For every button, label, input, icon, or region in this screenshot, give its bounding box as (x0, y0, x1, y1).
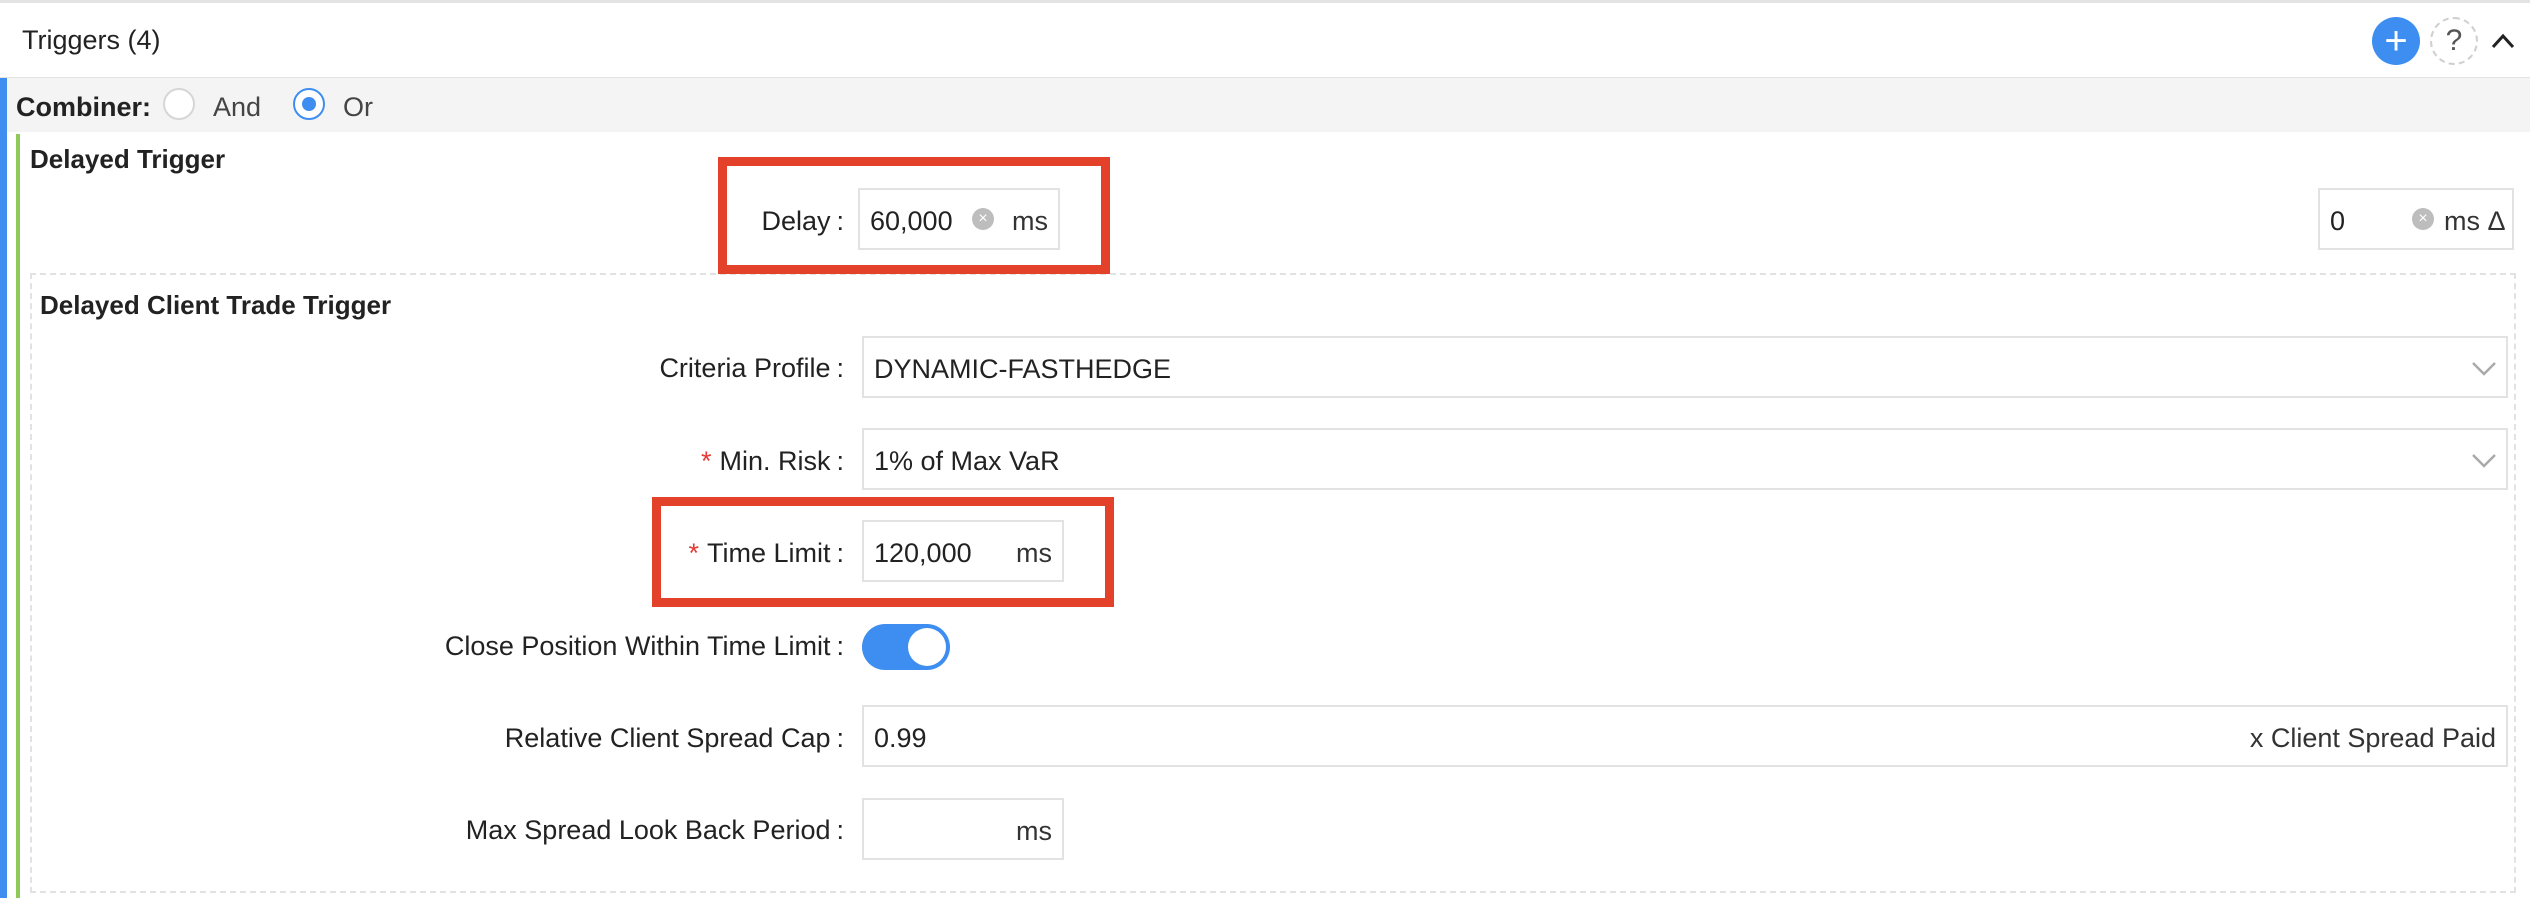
triggers-panel: Triggers (4) + ? Combiner: And Or Delaye… (0, 0, 2530, 898)
min-risk-label: * Min. Risk: (700, 446, 844, 476)
lookback-input[interactable]: ms (862, 798, 1064, 860)
chevron-down-icon (2472, 362, 2496, 376)
close-position-toggle[interactable] (862, 624, 950, 670)
accent-bar (0, 78, 7, 898)
radio-and-label[interactable]: And (213, 92, 261, 123)
lookback-unit: ms (1016, 816, 1052, 846)
min-risk-value: 1% of Max VaR (874, 446, 1060, 476)
radio-or-label[interactable]: Or (343, 92, 373, 123)
delay-highlight (718, 157, 1110, 274)
delayed-trigger-title: Delayed Trigger (30, 144, 226, 174)
collapse-button[interactable] (2488, 23, 2518, 59)
combiner-row: Combiner: And Or (7, 78, 2530, 132)
plus-icon: + (2384, 19, 2408, 63)
min-risk-select[interactable]: 1% of Max VaR (862, 428, 2508, 490)
panel-header: Triggers (4) + ? (0, 0, 2530, 78)
help-button[interactable]: ? (2430, 17, 2478, 65)
time-limit-highlight (652, 497, 1114, 607)
criteria-profile-value: DYNAMIC-FASTHEDGE (874, 354, 1172, 384)
panel-body: Combiner: And Or Delayed Trigger Delay: … (0, 78, 2530, 898)
client-trade-trigger-title: Delayed Client Trade Trigger (40, 290, 392, 320)
radio-or[interactable] (293, 88, 325, 120)
spread-cap-input[interactable]: 0.99 x Client Spread Paid (862, 705, 2508, 767)
panel-title: Triggers (4) (22, 25, 161, 55)
spread-cap-value: 0.99 (874, 723, 927, 753)
lookback-label: Max Spread Look Back Period: (465, 815, 844, 845)
delay-offset-input[interactable]: 0 × ms Δ (2318, 188, 2514, 250)
criteria-profile-select[interactable]: DYNAMIC-FASTHEDGE (862, 336, 2508, 398)
radio-and[interactable] (163, 88, 195, 120)
spread-cap-label: Relative Client Spread Cap: (504, 723, 844, 753)
delay-offset-value: 0 (2330, 206, 2346, 236)
section-bar (16, 134, 20, 898)
question-icon: ? (2445, 24, 2463, 57)
chevron-down-icon (2472, 454, 2496, 468)
delay-offset-unit: ms Δ (2444, 206, 2506, 236)
chevron-up-icon (2491, 33, 2515, 49)
spread-cap-unit: x Client Spread Paid (2249, 723, 2496, 753)
add-trigger-button[interactable]: + (2372, 17, 2420, 65)
criteria-profile-label: Criteria Profile: (659, 353, 844, 383)
clear-icon[interactable]: × (2412, 208, 2434, 230)
close-position-label: Close Position Within Time Limit: (444, 631, 844, 661)
combiner-label: Combiner: (16, 92, 151, 122)
